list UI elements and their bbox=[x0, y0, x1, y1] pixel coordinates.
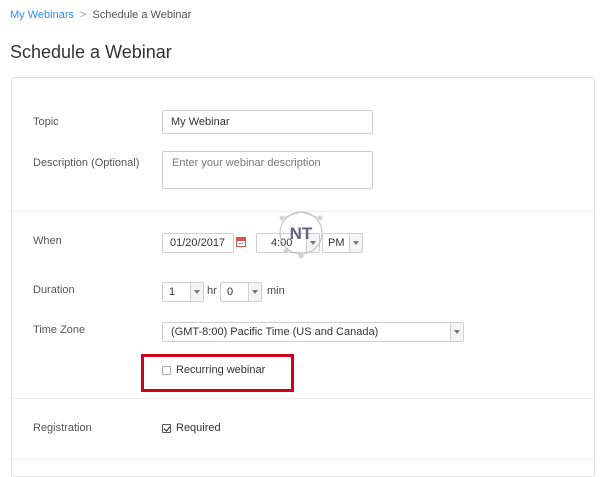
duration-hours-value: 1 bbox=[169, 286, 176, 298]
registration-required-checkbox[interactable] bbox=[162, 424, 171, 433]
chevron-down-icon bbox=[450, 323, 463, 341]
duration-minutes-select[interactable]: 0 bbox=[220, 282, 262, 302]
registration-label: Registration bbox=[33, 422, 92, 434]
breadcrumb-separator: > bbox=[79, 9, 87, 21]
breadcrumb: My Webinars > Schedule a Webinar bbox=[10, 9, 191, 21]
description-label: Description (Optional) bbox=[33, 157, 140, 169]
date-input[interactable]: 01/20/2017 bbox=[162, 233, 234, 253]
timezone-select[interactable]: (GMT-8:00) Pacific Time (US and Canada) bbox=[162, 322, 464, 342]
minutes-unit-label: min bbox=[267, 285, 285, 297]
duration-label: Duration bbox=[33, 284, 75, 296]
section-divider bbox=[12, 398, 594, 399]
when-label: When bbox=[33, 235, 62, 247]
breadcrumb-link-my-webinars[interactable]: My Webinars bbox=[10, 9, 74, 21]
recurring-webinar-label[interactable]: Recurring webinar bbox=[176, 364, 265, 376]
watermark-text: NT bbox=[290, 224, 313, 243]
nt-watermark-logo: NT bbox=[279, 211, 323, 259]
section-divider bbox=[12, 459, 594, 460]
calendar-icon[interactable] bbox=[236, 237, 246, 247]
ampm-select-value: PM bbox=[328, 237, 345, 249]
hours-unit-label: hr bbox=[207, 285, 217, 297]
duration-hours-select[interactable]: 1 bbox=[162, 282, 204, 302]
topic-input[interactable]: My Webinar bbox=[162, 110, 373, 134]
chevron-down-icon bbox=[248, 283, 261, 301]
duration-minutes-value: 0 bbox=[227, 286, 234, 298]
recurring-webinar-checkbox[interactable] bbox=[162, 366, 171, 375]
timezone-label: Time Zone bbox=[33, 324, 86, 336]
timezone-select-value: (GMT-8:00) Pacific Time (US and Canada) bbox=[171, 326, 379, 338]
page-title: Schedule a Webinar bbox=[10, 42, 172, 62]
description-textarea[interactable]: Enter your webinar description bbox=[162, 151, 373, 189]
chevron-down-icon bbox=[190, 283, 203, 301]
chevron-down-icon bbox=[349, 234, 362, 252]
registration-required-label[interactable]: Required bbox=[176, 422, 221, 434]
schedule-form-card bbox=[11, 77, 595, 477]
topic-label: Topic bbox=[33, 116, 59, 128]
breadcrumb-current: Schedule a Webinar bbox=[92, 9, 192, 21]
ampm-select[interactable]: PM bbox=[322, 233, 363, 253]
